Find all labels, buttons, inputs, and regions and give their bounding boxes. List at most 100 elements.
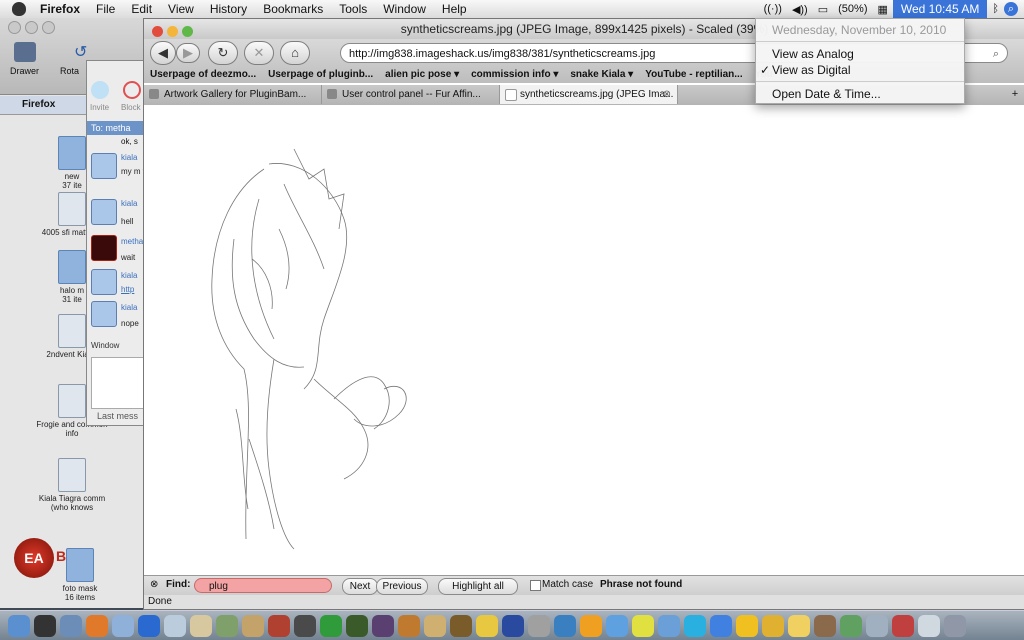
ical-icon[interactable] <box>190 614 212 637</box>
app-icon[interactable] <box>398 614 420 637</box>
menu-view[interactable]: View <box>160 2 202 16</box>
zoom-button[interactable] <box>182 26 193 37</box>
app-icon[interactable] <box>866 614 888 637</box>
view-as-digital-item[interactable]: View as Digital <box>772 63 850 77</box>
battery-icon[interactable]: ▭ <box>813 3 833 16</box>
spotlight-icon[interactable]: ⌕ <box>1004 2 1018 16</box>
search-icon[interactable]: ⌕ <box>993 44 999 64</box>
menu-edit[interactable]: Edit <box>123 2 160 16</box>
menu-window[interactable]: Window <box>375 2 434 16</box>
app-icon[interactable] <box>632 614 654 637</box>
bluetooth-icon[interactable]: ᛒ <box>987 3 1004 15</box>
forward-button[interactable]: ▶ <box>176 43 200 63</box>
rotate-label: Rota <box>60 66 80 76</box>
app-icon[interactable] <box>840 614 862 637</box>
app-icon[interactable] <box>892 614 914 637</box>
minimize-button[interactable] <box>25 21 38 34</box>
app-icon[interactable] <box>294 614 316 637</box>
finder-icon[interactable] <box>8 614 30 637</box>
itunes-icon[interactable] <box>164 614 186 637</box>
chat-link[interactable]: http <box>121 285 134 294</box>
chat-message: hell <box>121 217 134 226</box>
app-icon[interactable] <box>554 614 576 637</box>
chat-sender: kiala <box>121 153 138 162</box>
menu-help[interactable]: Help <box>434 2 475 16</box>
safari-icon[interactable] <box>60 614 82 637</box>
close-button[interactable] <box>152 26 163 37</box>
tab-artwork-gallery[interactable]: Artwork Gallery for PluginBam... <box>144 85 322 104</box>
app-icon[interactable] <box>658 614 680 637</box>
app-icon[interactable] <box>528 614 550 637</box>
close-find-icon[interactable]: ⊗ <box>150 579 158 590</box>
app-icon[interactable] <box>502 614 524 637</box>
menu-app-firefox[interactable]: Firefox <box>32 2 88 16</box>
tab-syntheticscreams[interactable]: syntheticscreams.jpg (JPEG Ima... ⊗ <box>500 85 678 104</box>
chat-message: nope <box>121 319 139 328</box>
highlight-all-button[interactable]: Highlight all <box>438 578 518 595</box>
match-case-checkbox[interactable] <box>530 580 541 591</box>
apple-icon[interactable] <box>12 2 26 16</box>
file-item[interactable]: foto mask 16 items <box>40 548 120 602</box>
flag-icon[interactable]: ▦ <box>872 3 892 16</box>
app-icon[interactable] <box>372 614 394 637</box>
menu-clock[interactable]: Wed 10:45 AM <box>892 0 988 18</box>
app-icon[interactable] <box>918 614 940 637</box>
find-previous-button[interactable]: Previous <box>376 578 428 595</box>
menu-bookmarks[interactable]: Bookmarks <box>255 2 331 16</box>
trash-icon[interactable] <box>944 614 966 637</box>
find-input[interactable]: plug <box>194 578 332 593</box>
app-icon[interactable] <box>424 614 446 637</box>
bookmark-folder[interactable]: snake Kiala ▾ <box>564 69 639 80</box>
app-icon[interactable] <box>242 614 264 637</box>
file-item[interactable]: Kiala Tiagra comm (who knows <box>32 458 112 512</box>
menu-history[interactable]: History <box>202 2 255 16</box>
back-button[interactable]: ◀ <box>150 41 176 65</box>
app-icon[interactable] <box>476 614 498 637</box>
app-store-icon[interactable] <box>138 614 160 637</box>
firefox-icon[interactable] <box>86 614 108 637</box>
chat-app-icon[interactable] <box>216 614 238 637</box>
wifi-icon[interactable]: ((·)) <box>759 3 787 15</box>
tab-user-control-panel[interactable]: User control panel -- Fur Affin... <box>322 85 500 104</box>
bookmark-item[interactable]: YouTube - reptilian... <box>639 69 748 80</box>
drawer-icon[interactable] <box>14 42 36 62</box>
invite-icon[interactable] <box>91 81 109 99</box>
app-icon[interactable] <box>684 614 706 637</box>
bookmark-item[interactable]: Userpage of pluginb... <box>262 69 379 80</box>
open-date-time-item[interactable]: Open Date & Time... <box>772 87 881 101</box>
volume-icon[interactable]: ◀)) <box>787 3 813 16</box>
view-as-analog-item[interactable]: View as Analog <box>772 47 854 61</box>
app-icon[interactable] <box>814 614 836 637</box>
avatar <box>91 235 117 261</box>
bookmark-folder[interactable]: commission info ▾ <box>465 69 564 80</box>
vlc-icon[interactable] <box>580 614 602 637</box>
stop-button[interactable]: ✕ <box>244 41 274 65</box>
dashboard-icon[interactable] <box>34 614 56 637</box>
zoom-button[interactable] <box>42 21 55 34</box>
app-icon[interactable] <box>346 614 368 637</box>
app-icon[interactable] <box>710 614 732 637</box>
find-next-button[interactable]: Next <box>342 578 378 595</box>
app-icon[interactable] <box>320 614 342 637</box>
adium-icon[interactable] <box>788 614 810 637</box>
menu-file[interactable]: File <box>88 2 123 16</box>
app-icon[interactable] <box>268 614 290 637</box>
menu-bar: Firefox File Edit View History Bookmarks… <box>0 0 1024 19</box>
app-icon[interactable] <box>762 614 784 637</box>
app-icon[interactable] <box>606 614 628 637</box>
rotate-icon[interactable]: ↺ <box>74 42 87 62</box>
app-icon[interactable] <box>450 614 472 637</box>
minimize-button[interactable] <box>167 26 178 37</box>
close-button[interactable] <box>8 21 21 34</box>
bookmark-folder[interactable]: alien pic pose ▾ <box>379 69 465 80</box>
bookmark-item[interactable]: Userpage of deezmo... <box>144 69 262 80</box>
close-tab-icon[interactable]: ⊗ <box>663 85 671 104</box>
new-tab-button[interactable]: + <box>1005 85 1024 105</box>
document-icon <box>58 384 86 418</box>
block-icon[interactable] <box>123 81 141 99</box>
mail-icon[interactable] <box>112 614 134 637</box>
reload-button[interactable]: ↻ <box>208 41 238 65</box>
home-button[interactable]: ⌂ <box>280 41 310 65</box>
menu-tools[interactable]: Tools <box>331 2 375 16</box>
aim-icon[interactable] <box>736 614 758 637</box>
